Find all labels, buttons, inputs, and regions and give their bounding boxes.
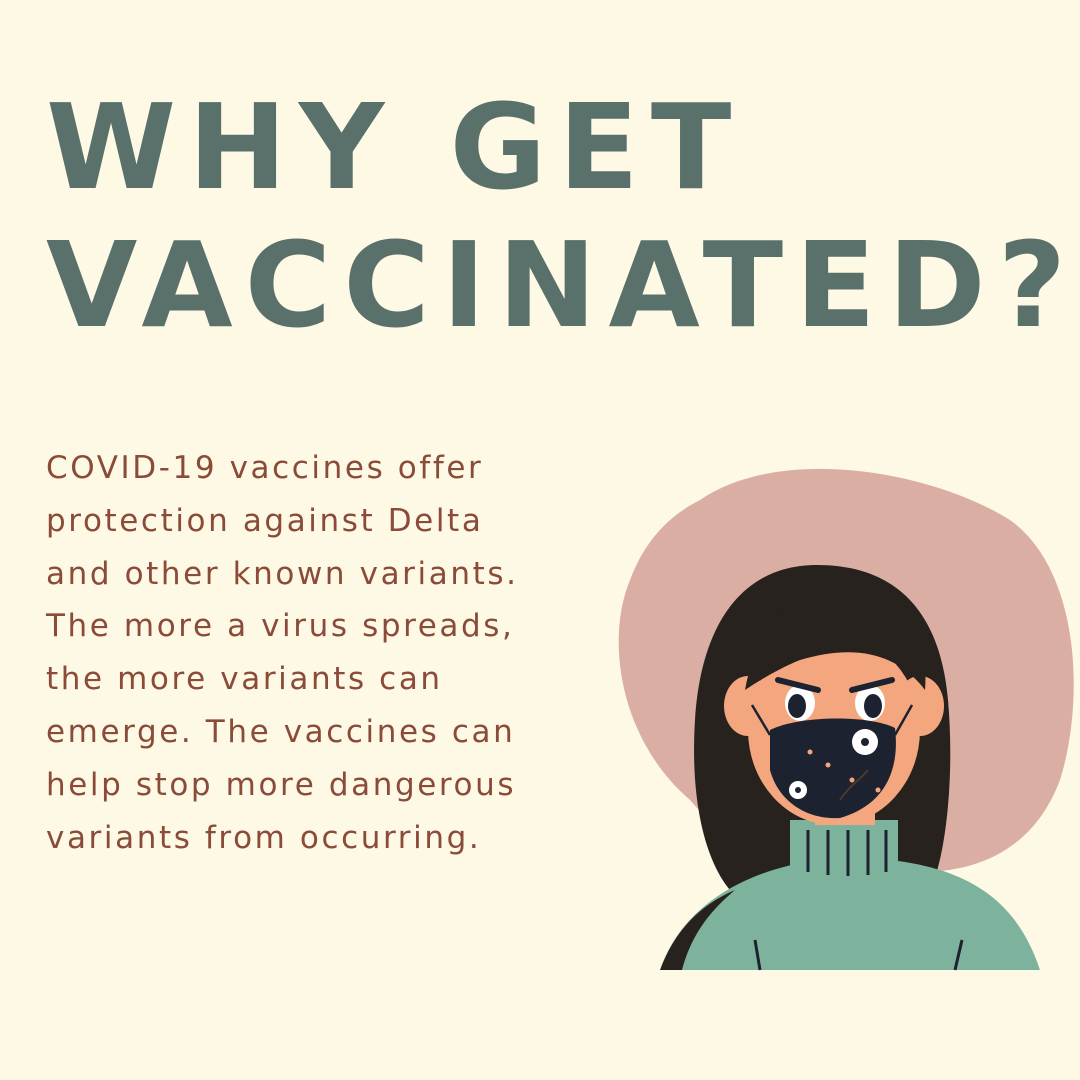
body-line-4: The more a virus spreads, [46, 608, 515, 645]
pupil-right [864, 694, 882, 718]
body-line-2: protection against Delta [46, 502, 484, 539]
pupil-left [788, 694, 806, 718]
headline: WHY GET VACCINATED? [46, 78, 1078, 354]
body-line-8: variants from occurring. [46, 819, 482, 856]
body-line-6: emerge. The vaccines can [46, 713, 516, 750]
headline-line-2: VACCINATED? [46, 216, 1079, 354]
body-line-1: COVID-19 vaccines offer [46, 450, 484, 486]
body-line-5: the more variants can [46, 661, 443, 698]
body-line-3: and other known variants. [46, 555, 519, 592]
sweater-collar [790, 820, 898, 878]
headline-line-1: WHY GET [46, 78, 744, 216]
body-line-7: help stop more dangerous [46, 766, 517, 803]
body-paragraph: COVID-19 vaccines offer protection again… [46, 442, 606, 864]
masked-woman-illustration [618, 468, 1074, 971]
